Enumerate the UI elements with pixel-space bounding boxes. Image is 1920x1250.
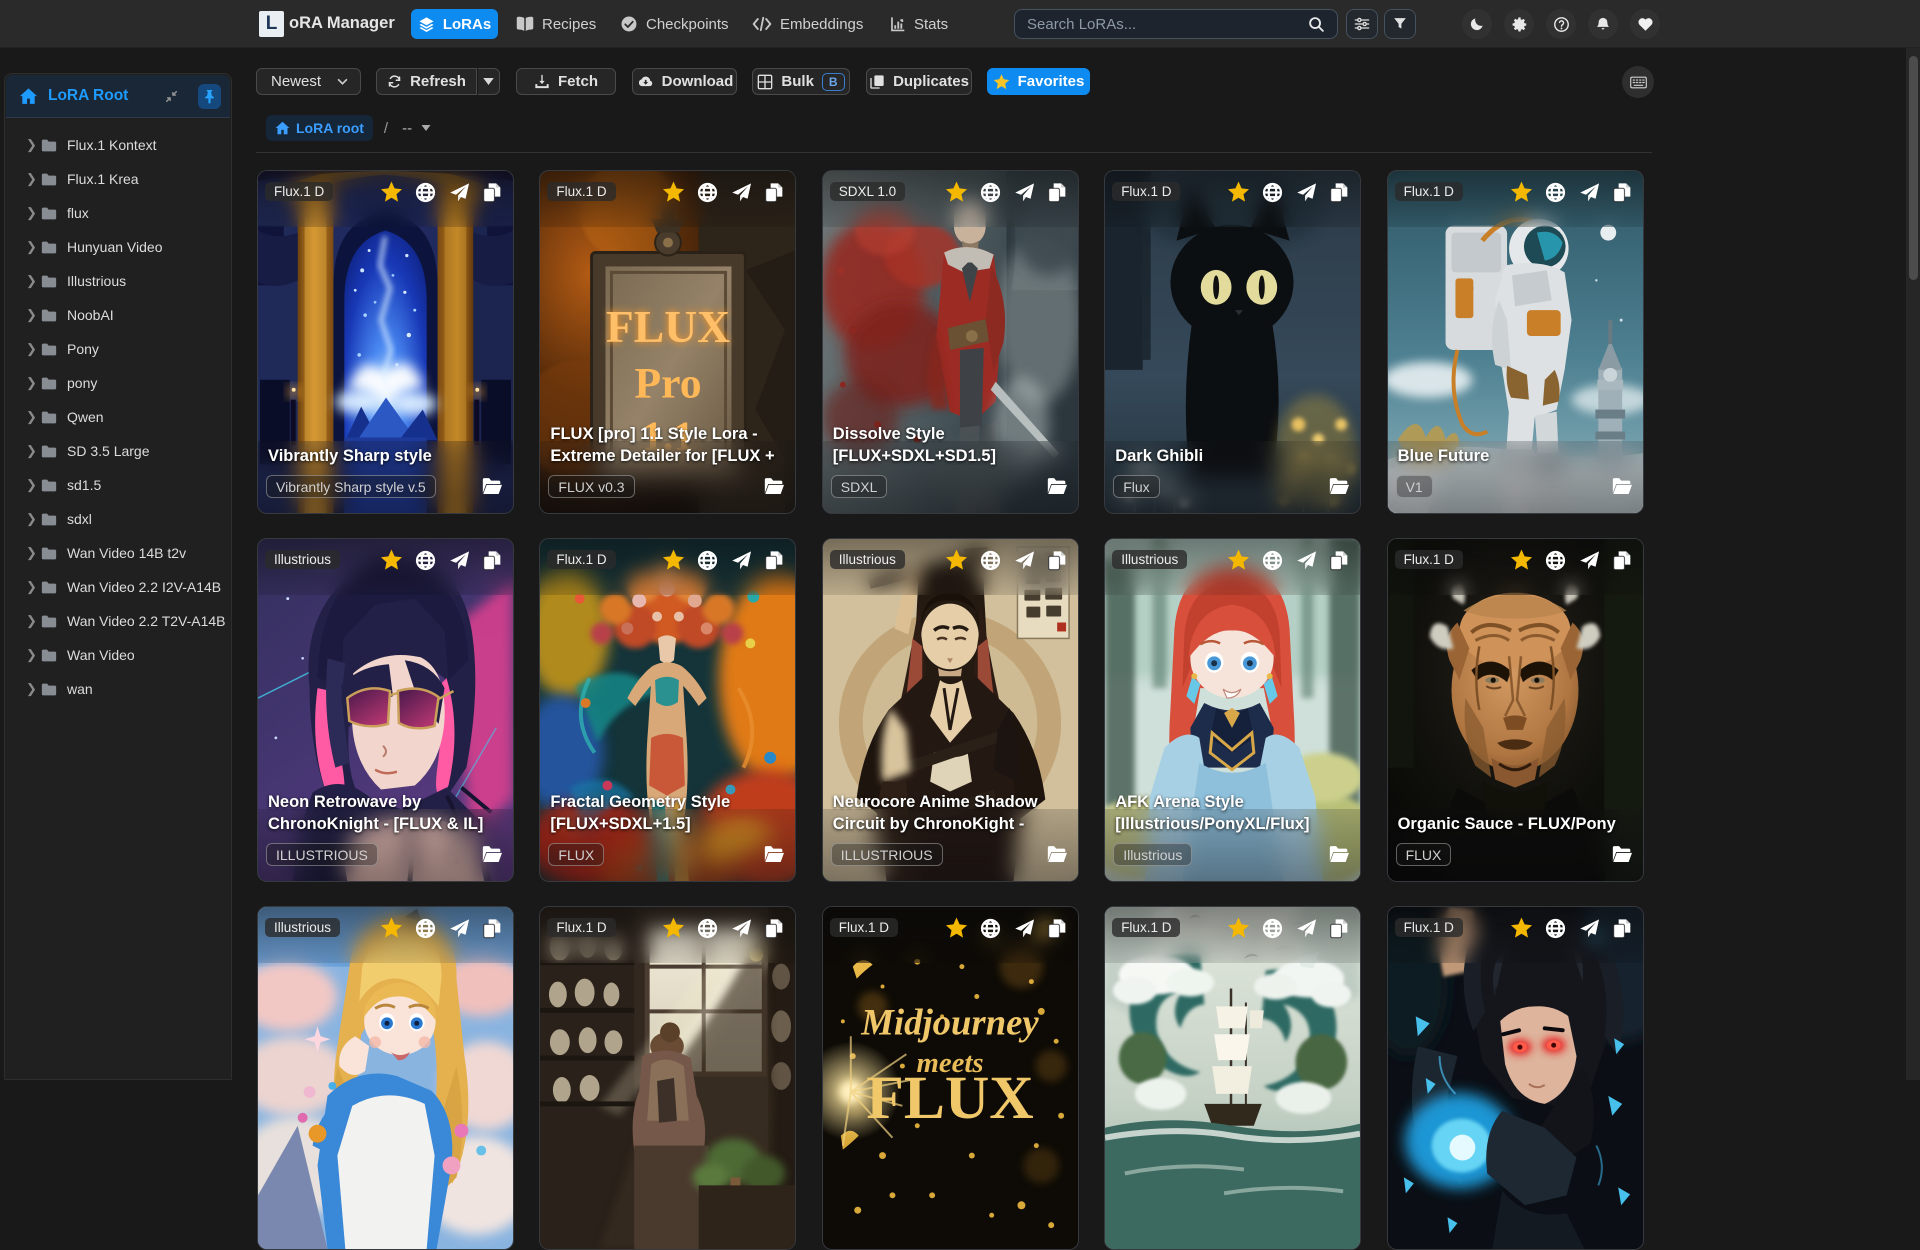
svg-text:Pro: Pro — [635, 360, 702, 408]
svg-text:FLUX: FLUX — [866, 1064, 1033, 1132]
svg-text:Midjourney: Midjourney — [860, 1001, 1039, 1042]
svg-text:FLUX: FLUX — [606, 301, 730, 352]
